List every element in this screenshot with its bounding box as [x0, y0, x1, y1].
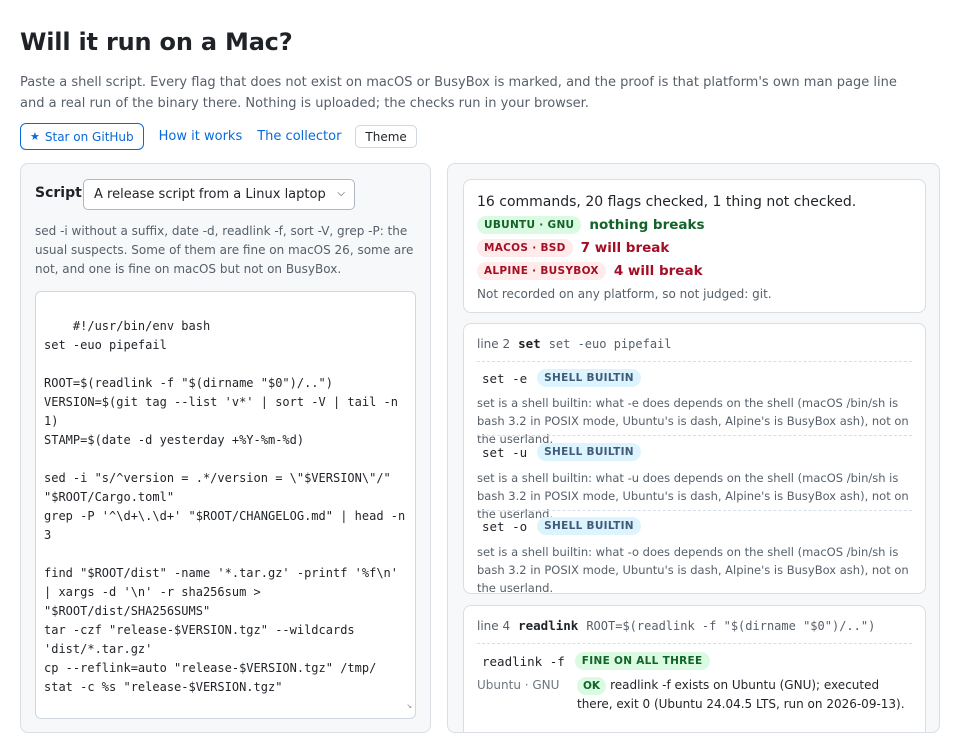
- divider: [477, 435, 912, 436]
- verdict-ubuntu: UBUNTU · GNU nothing breaks: [477, 216, 705, 234]
- platform-badge-ubuntu: UBUNTU · GNU: [477, 216, 582, 234]
- script-label: Script: [35, 185, 82, 201]
- script-panel: Script A release script from a Linux lap…: [20, 163, 431, 733]
- summary-card: 16 commands, 20 flags checked, 1 thing n…: [463, 179, 926, 313]
- verdict-alpine: ALPINE · BUSYBOX 4 will break: [477, 262, 703, 280]
- page-intro: Paste a shell script. Every flag that do…: [20, 75, 897, 111]
- flag-name: readlink -f: [482, 653, 565, 669]
- script-note: sed -i without a suffix, date -d, readli…: [35, 224, 414, 276]
- page-title: Will it run on a Mac?: [20, 28, 293, 56]
- source-line: ROOT=$(readlink -f "$(dirname "$0")/.."): [586, 619, 876, 633]
- resize-handle-icon[interactable]: ↘: [407, 697, 412, 716]
- finding-header: line 2 set set -euo pipefail: [477, 336, 672, 351]
- flag-row: set -o SHELL BUILTIN: [482, 517, 641, 535]
- chevron-down-icon: ⌵: [337, 188, 345, 199]
- evidence-text: readlink -f exists on Ubuntu (GNU); exec…: [577, 678, 905, 711]
- platform-badge-macos: MACOS · BSD: [477, 239, 573, 257]
- example-script-selected: A release script from a Linux laptop: [94, 187, 326, 202]
- divider: [477, 643, 912, 644]
- flag-row: set -e SHELL BUILTIN: [482, 369, 641, 387]
- platform-badge-alpine: ALPINE · BUSYBOX: [477, 262, 606, 280]
- verdict-result-alpine: 4 will break: [613, 263, 703, 279]
- flag-description: set is a shell builtin: what -u does dep…: [477, 471, 909, 521]
- divider: [477, 510, 912, 511]
- flag-name: set -u: [482, 444, 528, 460]
- source-line: set -euo pipefail: [548, 337, 672, 351]
- star-icon: ★: [30, 130, 40, 143]
- shell-builtin-badge: SHELL BUILTIN: [537, 517, 641, 535]
- star-on-github-button[interactable]: ★ Star on GitHub: [20, 123, 144, 150]
- command-name: set: [518, 336, 541, 351]
- shell-builtin-badge: SHELL BUILTIN: [537, 369, 641, 387]
- verdict-result-macos: 7 will break: [580, 240, 670, 256]
- summary-counts: 16 commands, 20 flags checked, 1 thing n…: [477, 194, 857, 210]
- ok-badge: OK: [577, 677, 607, 695]
- how-it-works-link[interactable]: How it works: [159, 129, 243, 144]
- verdict-result-ubuntu: nothing breaks: [589, 217, 705, 233]
- evidence-line: OK readlink -f exists on Ubuntu (GNU); ex…: [577, 676, 917, 713]
- divider: [477, 361, 912, 362]
- finding-card-line-4: line 4 readlink ROOT=$(readlink -f "$(di…: [463, 605, 926, 732]
- example-script-select[interactable]: A release script from a Linux laptop ⌵: [83, 179, 355, 210]
- collector-link[interactable]: The collector: [257, 129, 341, 144]
- line-number: line 2: [477, 337, 511, 351]
- line-number: line 4: [477, 619, 511, 633]
- not-judged-note: Not recorded on any platform, so not jud…: [477, 287, 772, 301]
- platform-label: Ubuntu · GNU: [477, 678, 560, 692]
- toolbar: ★ Star on GitHub How it works The collec…: [20, 123, 417, 150]
- fine-badge: FINE ON ALL THREE: [574, 652, 710, 670]
- verdict-macos: MACOS · BSD 7 will break: [477, 239, 669, 257]
- flag-name: set -o: [482, 518, 528, 534]
- flag-row: set -u SHELL BUILTIN: [482, 443, 641, 461]
- results-panel: 16 commands, 20 flags checked, 1 thing n…: [447, 163, 940, 733]
- script-textarea[interactable]: #!/usr/bin/env bash set -euo pipefail RO…: [35, 291, 416, 719]
- theme-button[interactable]: Theme: [355, 125, 417, 148]
- flag-name: set -e: [482, 370, 528, 386]
- finding-card-line-2: line 2 set set -euo pipefail set -e SHEL…: [463, 323, 926, 595]
- flag-description: set is a shell builtin: what -o does dep…: [477, 545, 909, 595]
- flag-description: set is a shell builtin: what -e does dep…: [477, 396, 909, 446]
- star-button-label: Star on GitHub: [44, 129, 134, 144]
- command-name: readlink: [518, 618, 579, 633]
- shell-builtin-badge: SHELL BUILTIN: [537, 443, 641, 461]
- script-code: #!/usr/bin/env bash set -euo pipefail RO…: [44, 319, 406, 694]
- flag-row: readlink -f FINE ON ALL THREE: [482, 652, 710, 670]
- finding-header: line 4 readlink ROOT=$(readlink -f "$(di…: [477, 618, 875, 633]
